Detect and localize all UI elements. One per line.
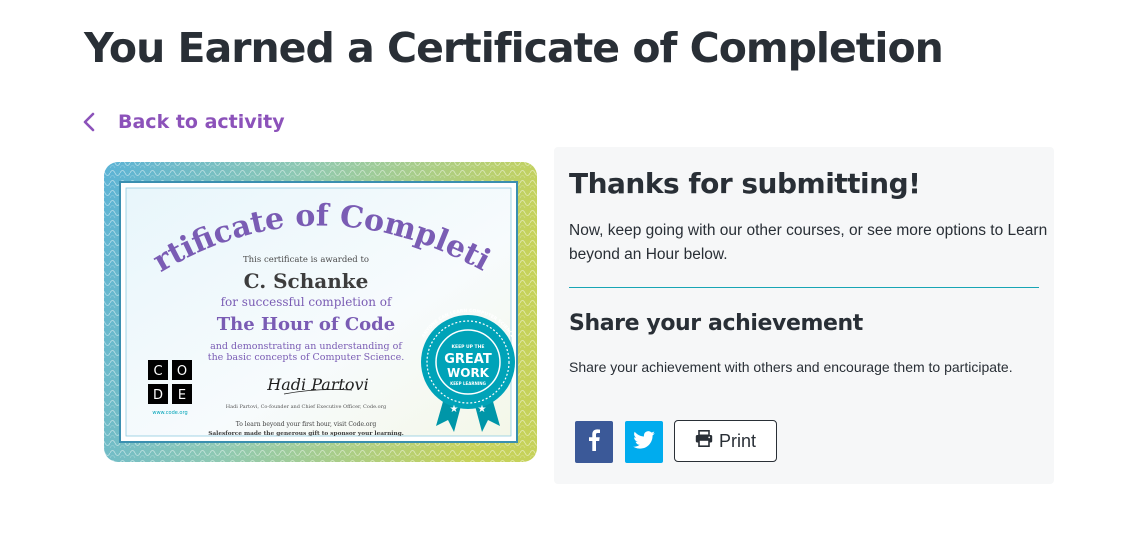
facebook-icon [588, 428, 600, 456]
svg-text:D: D [153, 388, 163, 403]
certificate-graphic: Certificate of Completion This certifica… [100, 158, 537, 462]
understanding-line-1: and demonstrating an understanding of [210, 341, 403, 352]
svg-text:KEEP UP THE: KEEP UP THE [452, 344, 485, 350]
chevron-left-icon [82, 110, 104, 134]
svg-text:C: C [153, 364, 162, 379]
sponsor-text: Salesforce made the generous gift to spo… [208, 431, 404, 437]
signature: Hadi Partovi [266, 375, 368, 394]
facebook-share-button[interactable] [575, 421, 613, 463]
share-description: Share your achievement with others and e… [569, 359, 1013, 375]
thanks-heading: Thanks for submitting! [569, 167, 921, 200]
svg-text:E: E [178, 388, 186, 403]
svg-text:O: O [177, 364, 187, 379]
print-button[interactable]: Print [674, 420, 777, 462]
continue-message: Now, keep going with our other courses, … [569, 222, 1048, 263]
course-name: The Hour of Code [217, 314, 395, 335]
svg-text:KEEP LEARNING: KEEP LEARNING [450, 381, 486, 386]
twitter-share-button[interactable] [625, 421, 663, 463]
twitter-icon [633, 430, 655, 454]
svg-text:WORK: WORK [447, 366, 490, 380]
back-to-activity-label: Back to activity [118, 111, 285, 133]
svg-text:★: ★ [478, 404, 487, 415]
understanding-line-2: the basic concepts of Computer Science. [208, 352, 405, 363]
print-label: Print [718, 430, 756, 451]
signer-title: Hadi Partovi, Co-founder and Chief Execu… [226, 404, 387, 410]
section-divider [569, 287, 1039, 288]
awarded-to-label: This certificate is awarded to [243, 255, 369, 265]
page-title: You Earned a Certificate of Completion [84, 24, 944, 72]
learn-beyond-text: To learn beyond your first hour, visit C… [236, 421, 377, 428]
svg-text:★: ★ [450, 404, 459, 415]
submission-panel: Thanks for submitting! Now, keep going w… [554, 147, 1054, 484]
completion-line: for successful completion of [221, 295, 393, 309]
share-heading: Share your achievement [569, 311, 863, 336]
back-to-activity-link[interactable]: Back to activity [82, 110, 285, 134]
svg-text:GREAT: GREAT [444, 352, 492, 367]
certificate-image: Certificate of Completion This certifica… [100, 158, 541, 466]
svg-text:www.code.org: www.code.org [152, 410, 187, 416]
recipient-name: C. Schanke [244, 269, 369, 293]
printer-icon [695, 430, 713, 452]
